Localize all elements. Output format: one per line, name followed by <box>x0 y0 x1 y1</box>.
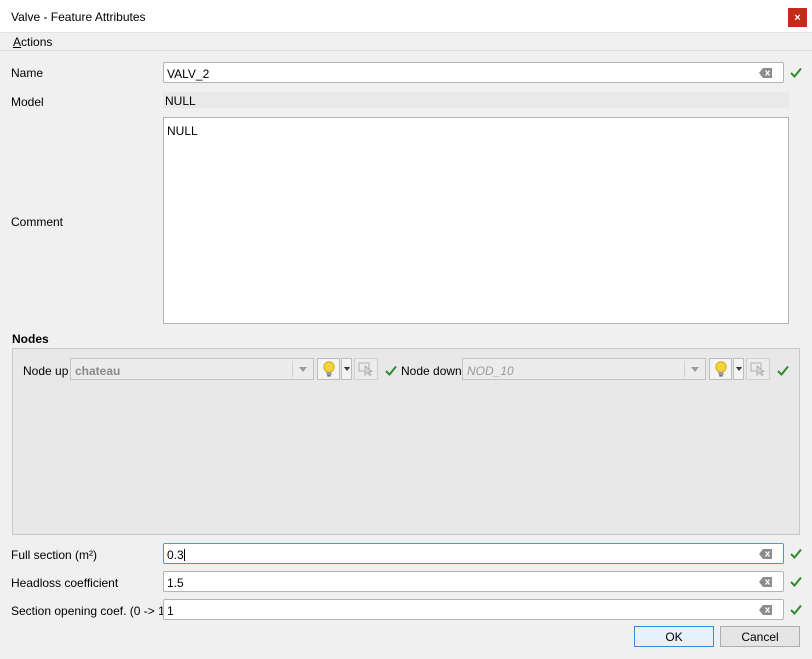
check-icon <box>790 604 802 615</box>
window-title: Valve - Feature Attributes <box>11 10 146 24</box>
map-identify-icon <box>358 362 374 376</box>
model-readonly-field: NULL <box>163 92 789 108</box>
node-up-identify-button[interactable] <box>354 358 378 380</box>
node-up-highlight-button[interactable] <box>317 358 340 380</box>
node-up-check-icon <box>385 365 397 376</box>
node-down-highlight-menu[interactable] <box>733 358 744 380</box>
node-up-combo[interactable]: chateau <box>70 358 314 380</box>
name-value: VALV_2 <box>167 67 210 81</box>
menu-actions-label: ctions <box>21 35 53 49</box>
check-icon <box>790 576 802 587</box>
clear-icon[interactable] <box>759 577 773 587</box>
map-identify-icon <box>750 362 766 376</box>
model-label: Model <box>11 95 44 109</box>
full-section-value: 0.3 <box>167 548 184 562</box>
ok-button[interactable]: OK <box>634 626 714 647</box>
full-section-input[interactable]: 0.3 <box>163 543 784 564</box>
check-icon <box>790 67 802 78</box>
node-down-combo[interactable]: NOD_10 <box>462 358 706 380</box>
clear-icon[interactable] <box>759 605 773 615</box>
model-value: NULL <box>165 94 196 108</box>
opening-label: Section opening coef. (0 -> 1) <box>11 604 169 618</box>
name-label: Name <box>11 66 44 80</box>
cancel-button-label: Cancel <box>741 629 779 644</box>
node-down-highlight-button[interactable] <box>709 358 732 380</box>
name-input[interactable]: VALV_2 <box>163 62 784 83</box>
node-down-check-icon <box>777 365 789 376</box>
full-section-label: Full section (m²) <box>11 548 98 562</box>
node-down-value: NOD_10 <box>467 364 514 378</box>
check-icon <box>790 548 802 559</box>
combo-separator <box>684 361 685 377</box>
node-down-label: Node down <box>401 364 462 378</box>
combo-separator <box>292 361 293 377</box>
ok-button-label: OK <box>665 629 683 644</box>
full-section-value-wrap: 0.3 <box>167 548 185 562</box>
clear-icon[interactable] <box>759 68 773 78</box>
cancel-button[interactable]: Cancel <box>720 626 800 647</box>
close-icon: × <box>794 11 801 24</box>
comment-label: Comment <box>11 215 64 229</box>
comment-value: NULL <box>167 124 198 138</box>
headloss-label: Headloss coefficient <box>11 576 119 590</box>
lightbulb-icon <box>322 360 335 377</box>
dropdown-arrow-icon <box>691 367 699 372</box>
menu-bar: Actions <box>0 33 812 51</box>
node-up-label: Node up <box>23 364 69 378</box>
node-up-highlight-menu[interactable] <box>341 358 352 380</box>
node-down-identify-button[interactable] <box>746 358 770 380</box>
text-caret <box>183 549 185 561</box>
node-up-value: chateau <box>75 364 121 378</box>
menu-actions-mnemonic: A <box>13 35 22 49</box>
close-button[interactable]: × <box>788 8 807 27</box>
nodes-group-title: Nodes <box>12 332 49 346</box>
headloss-input[interactable]: 1.5 <box>163 571 784 592</box>
headloss-value: 1.5 <box>167 576 184 590</box>
opening-value: 1 <box>167 604 174 618</box>
comment-textarea[interactable]: NULL <box>163 117 789 324</box>
dropdown-arrow-icon <box>299 367 307 372</box>
lightbulb-icon <box>714 360 727 377</box>
clear-icon[interactable] <box>759 549 773 559</box>
menu-actions[interactable]: Actions <box>13 35 52 49</box>
opening-input[interactable]: 1 <box>163 599 784 620</box>
title-bar: Valve - Feature Attributes × <box>0 0 812 33</box>
